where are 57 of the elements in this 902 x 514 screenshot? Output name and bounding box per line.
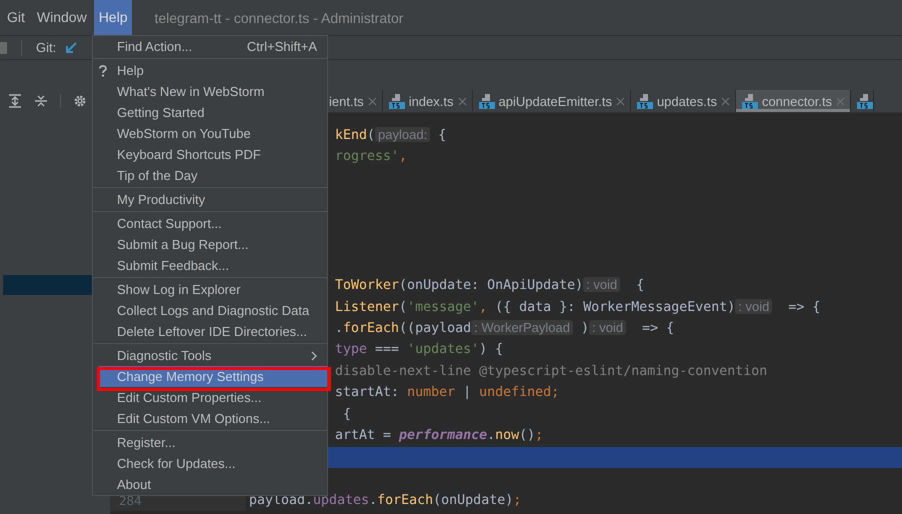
settings-icon[interactable] [73,94,87,108]
menu-item[interactable]: Diagnostic Tools [93,345,327,366]
help-icon [99,64,107,76]
close-icon[interactable] [836,96,846,106]
code-line: ToWorker(onUpdate: OnApiUpdate) : void { [335,277,644,294]
menu-item[interactable]: Contact Support... [93,213,327,234]
menu-bar-item[interactable]: Git [2,0,30,35]
editor-tab[interactable]: updates.ts [630,90,736,112]
code-line: { [342,406,352,422]
menu-item[interactable]: WebStorm on YouTube [93,123,327,144]
menu-item[interactable]: My Productivity [93,189,327,210]
close-icon[interactable] [720,96,730,106]
code-line: .forEach((payload : WorkerPayload ) : void => { [335,320,674,336]
menu-item[interactable]: Delete Leftover IDE Directories... [93,321,327,342]
collapse-all-icon[interactable] [34,94,48,108]
menu-bar-item[interactable]: Help [94,0,132,35]
code-line: artAt = performance.now(); [335,428,544,444]
menu-item[interactable]: Keyboard Shortcuts PDF [93,144,327,165]
typescript-file-icon [388,93,405,109]
typescript-file-icon [636,93,653,109]
code-line: type === 'updates') { [335,342,504,358]
window-title: telegram-tt - connector.ts - Administrator [154,10,404,26]
update-arrow-icon[interactable] [64,40,78,54]
code-line: kEnd( payload: { [335,126,446,143]
menu-item[interactable]: Edit Custom VM Options... [93,408,327,429]
code-line: Listener('message', ({ data }: WorkerMessageEvent) : void => { [335,298,820,315]
close-icon[interactable] [458,96,466,106]
code-line: payload.updates.forEach(onUpdate); [249,492,522,508]
close-icon[interactable] [616,96,625,106]
editor-tab[interactable]: index.ts [382,90,472,112]
code-line: startAt: number | undefined; [335,385,560,400]
editor-tab[interactable]: apiUpdateEmitter.ts [472,90,631,112]
menu-item[interactable]: Tip of the Day [93,165,327,186]
menu-item[interactable]: Register... [93,432,327,453]
typescript-file-icon [857,93,874,109]
menu-item[interactable]: Edit Custom Properties... [93,387,327,408]
menu-item[interactable]: What's New in WebStorm [93,81,327,102]
menu-item[interactable]: Getting Started [93,102,327,123]
toolbar-button[interactable] [0,42,7,54]
menu-item[interactable]: Check for Updates... [93,453,327,474]
close-icon[interactable] [368,96,377,106]
menu-item[interactable]: Collect Logs and Diagnostic Data [93,300,327,321]
editor-tab[interactable]: connector.ts [736,90,852,112]
menu-item[interactable]: Submit a Bug Report... [93,234,327,255]
menu-item[interactable]: About [93,474,327,495]
code-line: rogress', [335,148,408,164]
menu-item[interactable]: Find Action... Ctrl+Shift+A [93,36,327,57]
shortcut-text: Ctrl+Shift+A [246,39,317,54]
code-line: disable-next-line @typescript-eslint/naming-convention [335,364,768,379]
menu-item[interactable]: Submit Feedback... [93,255,327,276]
menu-bar-item[interactable]: Window [32,0,92,35]
expand-all-icon[interactable] [8,94,22,108]
typescript-file-icon [478,93,494,109]
typescript-file-icon [742,93,758,109]
git-label: Git: [36,40,56,55]
menu-item[interactable]: Show Log in Explorer [93,279,327,300]
menu-item[interactable]: Help [93,60,327,81]
